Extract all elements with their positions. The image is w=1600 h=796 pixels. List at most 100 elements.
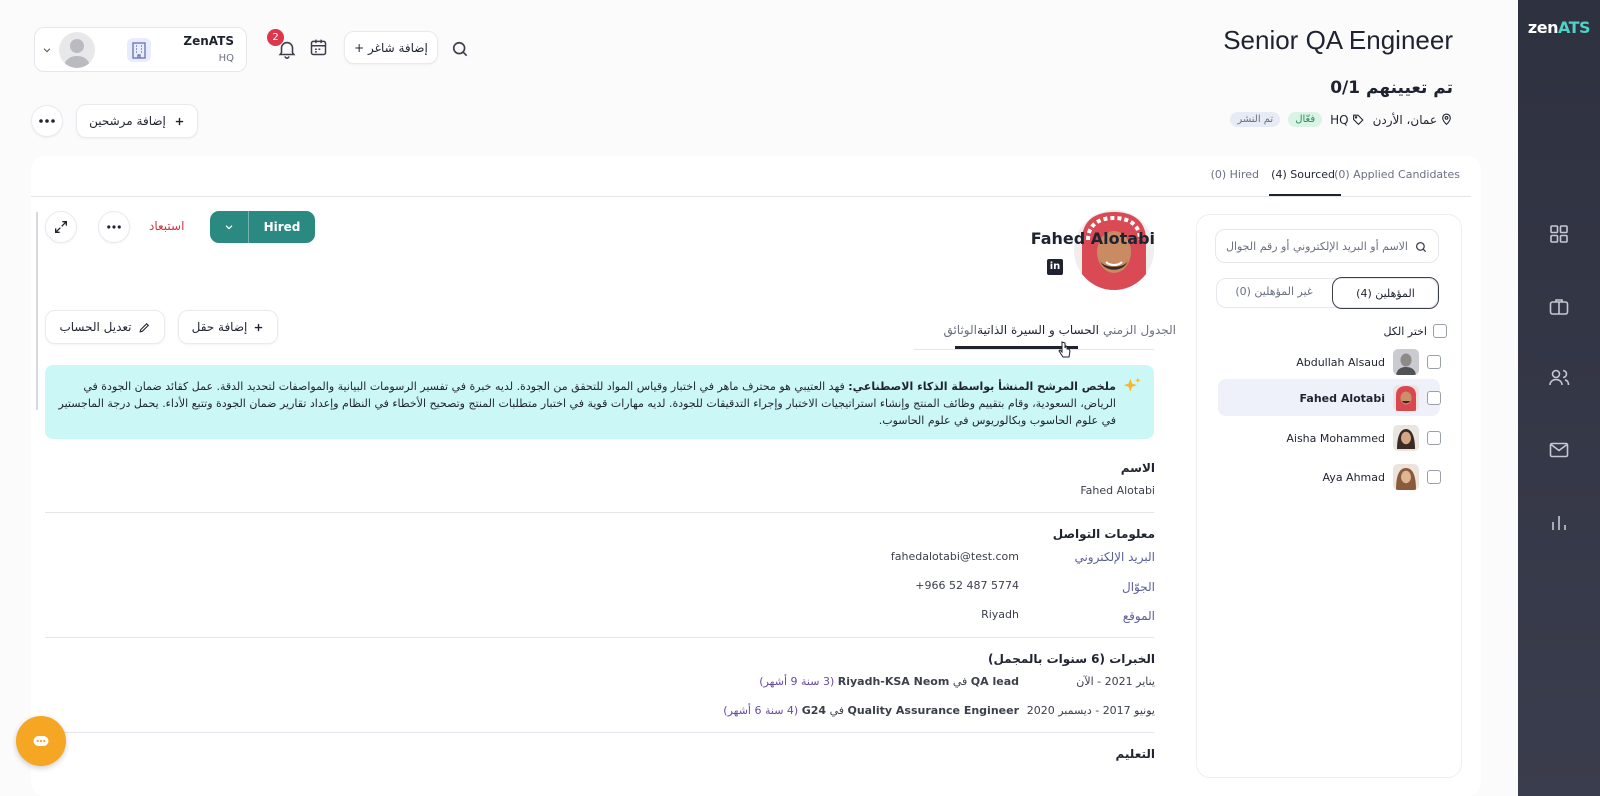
status-badge-active: فعّال — [1288, 112, 1323, 127]
avatar — [1393, 385, 1419, 411]
chart-icon[interactable] — [1547, 510, 1571, 534]
tab-profile-cv[interactable]: الحساب و السيرة الذاتية — [977, 323, 1099, 337]
sparkles-icon — [1123, 377, 1141, 392]
tab-hired[interactable]: (0) Hired — [1211, 168, 1259, 198]
candidate-checkbox[interactable] — [1427, 391, 1441, 405]
more-dots-icon — [39, 119, 55, 123]
email-value: fahedalotabi@test.com — [890, 550, 1019, 563]
ai-summary-title: ملخص المرشح المنشأ بواسطة الذكاء الاصطنا… — [848, 380, 1116, 393]
avatar — [59, 32, 95, 68]
tab-timeline[interactable]: الجدول الزمني — [1103, 323, 1176, 337]
account-switcher[interactable]: ZenATS HQ — [34, 27, 247, 72]
calendar-icon[interactable] — [308, 37, 329, 58]
candidate-checkbox[interactable] — [1427, 431, 1441, 445]
avatar — [1393, 464, 1419, 490]
tab-documents[interactable]: الوثائق — [943, 323, 977, 337]
profile-tabs-divider — [914, 349, 1154, 350]
tag-icon — [1352, 114, 1364, 126]
zenats-logo[interactable]: zenATS — [1526, 18, 1592, 37]
hired-ratio: 0/1 تم تعيينهم — [1330, 78, 1453, 98]
avatar — [1393, 425, 1419, 451]
experience-entry: QA lead في Riyadh-KSA Neom (3 سنة 9 أشهر… — [759, 675, 1019, 688]
select-all-checkbox[interactable] — [1433, 324, 1447, 338]
profile-more-button[interactable] — [98, 211, 130, 243]
users-icon[interactable] — [1547, 366, 1571, 390]
edit-profile-button[interactable]: تعديل الحساب — [45, 310, 165, 344]
tab-unqualified[interactable]: غير المؤهلين (0) — [1219, 285, 1329, 298]
avatar — [1393, 349, 1419, 375]
experience-entry: Quality Assurance Engineer في G24 (4 سنة… — [723, 704, 1019, 717]
experience-period: يناير 2021 - الآن — [1076, 675, 1155, 688]
stage-split-button: Hired — [210, 211, 315, 243]
mail-icon[interactable] — [1547, 438, 1571, 462]
cursor-icon — [1058, 341, 1071, 358]
name-value: Fahed Alotabi — [1080, 484, 1155, 497]
status-badge-published: تم النشر — [1230, 112, 1281, 127]
add-field-label: إضافة حقل — [191, 320, 248, 334]
divider — [45, 637, 1154, 638]
add-vacancy-button[interactable]: + إضافة شاغر — [344, 31, 438, 64]
plus-icon — [175, 117, 184, 125]
select-all-label: اختر الكل — [1383, 324, 1427, 338]
linkedin-icon[interactable]: in — [1047, 259, 1063, 275]
contact-label: معلومات التواصل — [1052, 527, 1155, 541]
expand-button[interactable] — [45, 211, 77, 243]
ai-summary-box: ملخص المرشح المنشأ بواسطة الذكاء الاصطنا… — [45, 365, 1154, 439]
candidate-list-panel: الاسم أو البريد الإلكتروني أو رقم الجوال… — [1196, 214, 1462, 778]
list-item[interactable]: Aisha Mohammed — [1286, 423, 1441, 453]
building-icon — [127, 38, 151, 62]
search-icon[interactable] — [450, 39, 470, 59]
pencil-icon — [138, 322, 149, 333]
chevron-down-icon — [43, 48, 51, 53]
job-location: عمان، الأردن — [1373, 113, 1453, 127]
more-options-button[interactable] — [31, 105, 63, 137]
location-label: الموقع — [1122, 609, 1155, 623]
email-label: البريد الإلكتروني — [1074, 550, 1155, 564]
expand-icon — [55, 221, 67, 233]
ai-summary-line: الحاسوب وبكالوريوس في علوم الحاسوب. — [878, 414, 1072, 427]
list-item[interactable]: Abdullah Alsaud — [1296, 347, 1441, 377]
account-name: ZenATS — [183, 34, 234, 48]
tab-qualified[interactable]: المؤهلين (4) — [1332, 277, 1439, 309]
plus-icon — [255, 323, 263, 331]
select-all-row[interactable]: اختر الكل — [1383, 324, 1447, 338]
ai-summary-text: ملخص المرشح المنشأ بواسطة الذكاء الاصطنا… — [56, 378, 1117, 429]
candidate-name: Fahed Alotabi — [1030, 229, 1155, 248]
experience-label: الخبرات (6 سنوات بالمجمل) — [987, 652, 1155, 666]
candidate-checkbox[interactable] — [1427, 355, 1441, 369]
list-item[interactable]: Aya Ahmad — [1323, 462, 1441, 492]
divider — [45, 512, 1154, 513]
phone-value: +966 52 487 5774 — [915, 579, 1019, 592]
job-department: HQ — [1330, 113, 1364, 127]
exclude-button[interactable]: استبعاد — [149, 219, 184, 233]
candidate-name: Fahed Alotabi — [1299, 391, 1385, 405]
briefcase-icon[interactable] — [1547, 295, 1571, 319]
search-icon — [1415, 241, 1427, 253]
stage-dropdown-button[interactable] — [210, 211, 249, 243]
stage-button[interactable]: Hired — [249, 211, 315, 243]
add-candidates-label: إضافة مرشحين — [89, 114, 166, 128]
candidate-checkbox[interactable] — [1427, 470, 1441, 484]
main-card: (0) Applied Candidates (4) Sourced (0) H… — [31, 156, 1481, 796]
chat-fab-button[interactable] — [16, 716, 66, 766]
side-rail: zenATS — [1518, 0, 1600, 796]
phone-label: الجوّال — [1122, 580, 1155, 594]
candidate-name: Abdullah Alsaud — [1296, 355, 1385, 369]
add-field-button[interactable]: إضافة حقل — [178, 310, 278, 344]
candidate-photo — [1074, 210, 1154, 290]
more-dots-icon — [107, 225, 121, 229]
location-pin-icon — [1442, 113, 1451, 126]
notifications-button[interactable]: 2 — [267, 29, 296, 59]
add-candidates-button[interactable]: إضافة مرشحين — [76, 104, 198, 138]
list-item[interactable]: Fahed Alotabi — [1300, 383, 1441, 413]
experience-period: يونيو 2017 - ديسمبر 2020 — [1026, 704, 1155, 717]
notification-badge: 2 — [267, 29, 284, 46]
candidate-name: Aya Ahmad — [1322, 470, 1385, 484]
account-sub: HQ — [218, 53, 234, 64]
job-title: Senior QA Engineer — [1223, 25, 1453, 55]
job-meta: عمان، الأردن HQ فعّال تم النشر — [1230, 112, 1453, 127]
grid-icon[interactable] — [1547, 222, 1571, 246]
panel-edge — [36, 212, 38, 410]
tab-applied-candidates[interactable]: (0) Applied Candidates — [1334, 168, 1460, 198]
candidate-search-input[interactable]: الاسم أو البريد الإلكتروني أو رقم الجوال — [1215, 229, 1439, 263]
